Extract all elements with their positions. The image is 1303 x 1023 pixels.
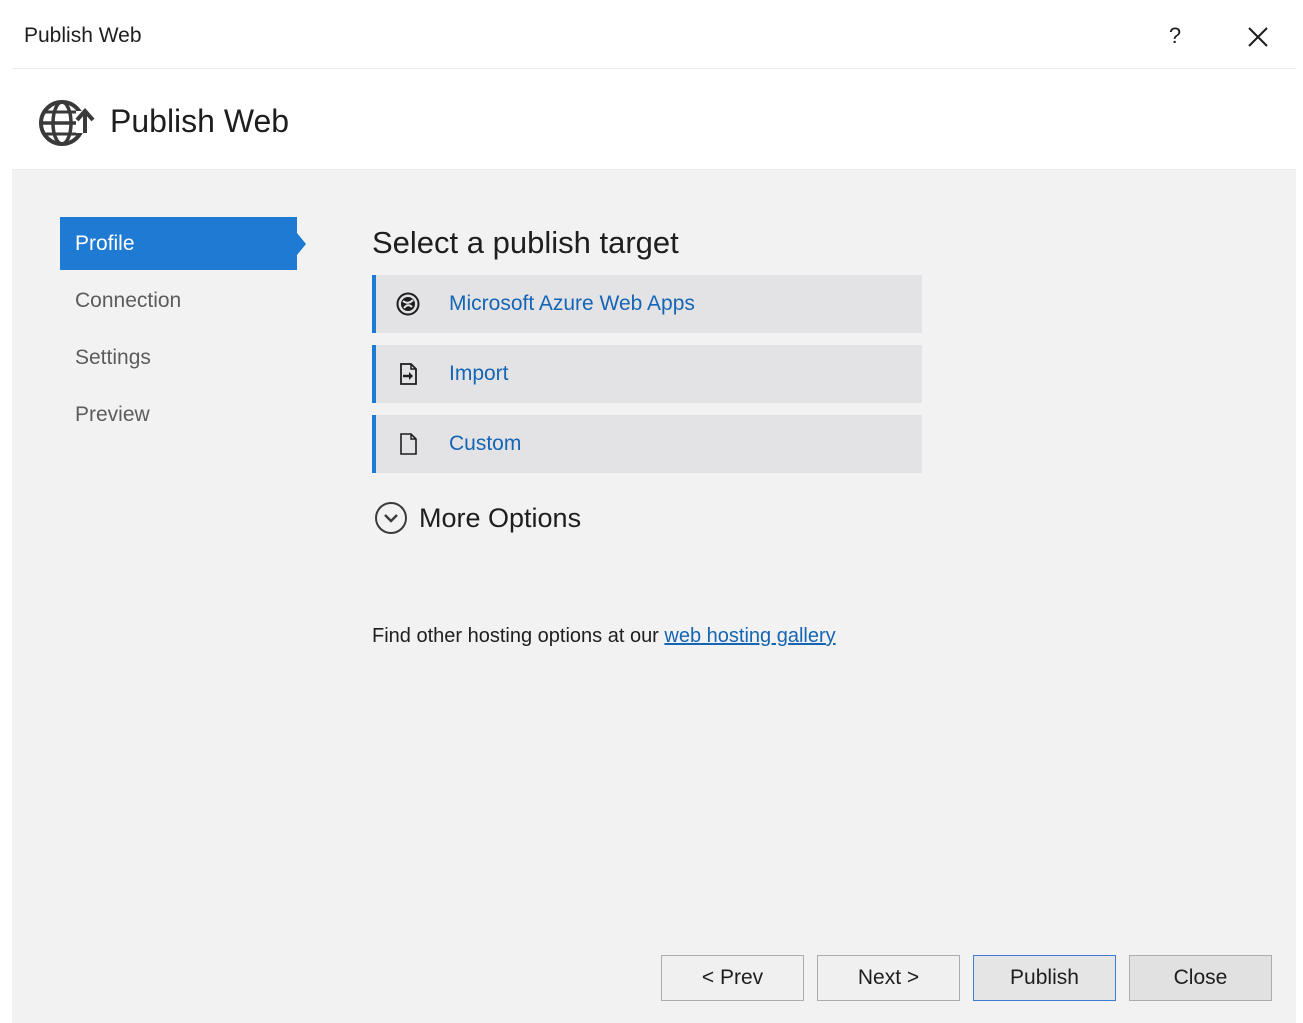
hosting-text: Find other hosting options at our (372, 625, 665, 647)
title-bar: Publish Web ? (0, 0, 1303, 68)
close-window-button[interactable] (1240, 18, 1276, 54)
import-icon (400, 363, 417, 385)
target-custom[interactable]: Custom (372, 415, 922, 473)
close-button[interactable]: Close (1129, 955, 1272, 1001)
target-label: Import (449, 362, 509, 385)
nav-item-preview[interactable]: Preview (60, 388, 310, 441)
target-azure-web-apps[interactable]: Microsoft Azure Web Apps (372, 275, 922, 333)
more-options-toggle[interactable]: More Options (372, 497, 612, 537)
nav-item-connection[interactable]: Connection (60, 274, 310, 327)
chevron-down-circle-icon (375, 502, 407, 534)
target-label: Microsoft Azure Web Apps (449, 292, 695, 315)
publish-button[interactable]: Publish (973, 955, 1116, 1001)
help-button[interactable]: ? (1160, 18, 1190, 54)
globe-upload-icon (39, 100, 95, 146)
document-icon (400, 433, 417, 455)
nav-item-profile[interactable]: Profile (60, 217, 306, 270)
publish-web-dialog: Publish Web ? Publish Web Profile Connec… (0, 0, 1303, 1023)
profile-content: Select a publish target Microsoft Azure … (372, 225, 972, 537)
more-options-label: More Options (419, 503, 582, 533)
target-import[interactable]: Import (372, 345, 922, 403)
azure-icon (396, 292, 420, 316)
close-icon (1248, 27, 1268, 47)
target-label: Custom (449, 432, 522, 455)
hosting-options-text: Find other hosting options at our web ho… (372, 625, 836, 648)
next-button[interactable]: Next > (817, 955, 960, 1001)
section-title: Select a publish target (372, 225, 679, 260)
wizard-steps-nav: Profile Connection Settings Preview (60, 217, 310, 445)
dialog-header: Publish Web (12, 68, 1296, 170)
dialog-heading: Publish Web (110, 103, 290, 139)
window-title: Publish Web (24, 24, 142, 47)
prev-button[interactable]: < Prev (661, 955, 804, 1001)
web-hosting-gallery-link[interactable]: web hosting gallery (664, 625, 835, 647)
dialog-body: Profile Connection Settings Preview Sele… (12, 170, 1296, 1023)
nav-item-settings[interactable]: Settings (60, 331, 310, 384)
